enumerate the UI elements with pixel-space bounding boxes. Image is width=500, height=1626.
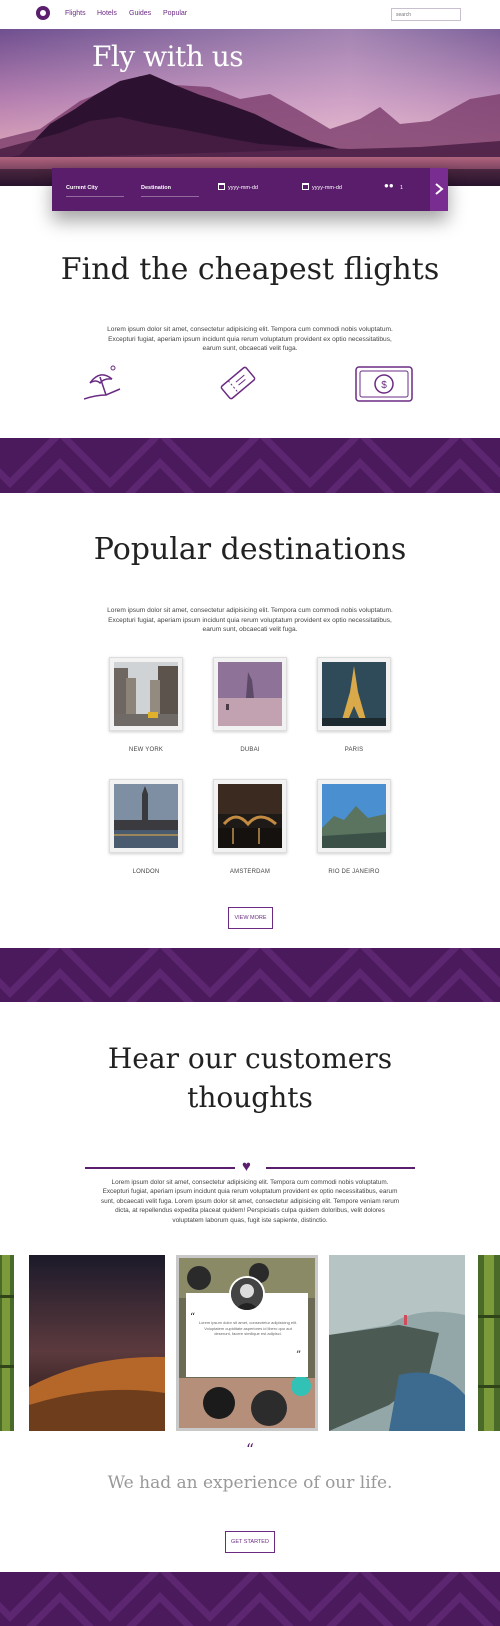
get-started-button[interactable]: GET STARTED bbox=[225, 1531, 275, 1553]
destination-card-rio[interactable] bbox=[317, 779, 391, 853]
current-city-underline bbox=[66, 196, 124, 197]
gallery-image-bamboo-right bbox=[478, 1255, 500, 1431]
customers-text: Lorem ipsum dolor sit amet, consectetur … bbox=[100, 1179, 400, 1224]
close-quote-icon: ” bbox=[296, 1350, 302, 1361]
return-date-field[interactable]: yyyy-mm-dd bbox=[312, 185, 342, 191]
big-quote-icon: “ bbox=[245, 1440, 255, 1459]
destination-label: DUBAI bbox=[240, 747, 260, 753]
search-input[interactable] bbox=[391, 8, 461, 21]
destination-card-dubai[interactable] bbox=[213, 657, 287, 731]
chevron-pattern bbox=[0, 1572, 500, 1626]
destination-label: PARIS bbox=[344, 747, 364, 753]
pattern-band bbox=[0, 1572, 500, 1626]
pattern-band bbox=[0, 438, 500, 493]
rio-photo bbox=[322, 784, 386, 848]
destination-label: RIO DE JANEIRO bbox=[328, 869, 380, 875]
destination-label: AMSTERDAM bbox=[229, 869, 271, 875]
nav-link-hotels[interactable]: Hotels bbox=[97, 10, 117, 17]
hero-title: Fly with us bbox=[92, 40, 244, 73]
heart-icon: ♥ bbox=[242, 1158, 251, 1175]
money-icon: $ bbox=[355, 366, 413, 402]
customers-heading-line1: Hear our customers bbox=[107, 1042, 393, 1075]
pattern-band bbox=[0, 948, 500, 1002]
destination-underline bbox=[141, 196, 199, 197]
nav-link-popular[interactable]: Popular bbox=[163, 10, 187, 17]
calendar-icon bbox=[218, 183, 225, 190]
nav-link-guides[interactable]: Guides bbox=[129, 10, 151, 17]
gallery-image-desert bbox=[29, 1255, 165, 1431]
popular-destinations-text: Lorem ipsum dolor sit amet, consectetur … bbox=[107, 607, 393, 634]
tagline: We had an experience of our life. bbox=[107, 1473, 393, 1493]
svg-text:$: $ bbox=[381, 380, 387, 391]
passengers-icon: ●● bbox=[384, 181, 394, 190]
bamboo-photo bbox=[478, 1255, 500, 1431]
popular-destinations-heading: Popular destinations bbox=[93, 532, 407, 567]
dubai-photo bbox=[218, 662, 282, 726]
cheapest-flights-heading: Find the cheapest flights bbox=[60, 252, 440, 287]
chevron-pattern bbox=[0, 948, 500, 1002]
bamboo-photo bbox=[0, 1255, 14, 1431]
desert-dune-photo bbox=[29, 1255, 165, 1431]
beach-umbrella-icon bbox=[84, 365, 121, 400]
customer-portrait bbox=[231, 1278, 263, 1310]
open-quote-icon: “ bbox=[190, 1312, 196, 1323]
calendar-icon bbox=[302, 183, 309, 190]
destination-card-paris[interactable] bbox=[317, 657, 391, 731]
destination-card-new-york[interactable] bbox=[109, 657, 183, 731]
divider-right bbox=[266, 1167, 415, 1169]
cheapest-flights-text: Lorem ipsum dolor sit amet, consectetur … bbox=[107, 326, 393, 353]
avatar bbox=[229, 1276, 265, 1312]
nav-link-flights[interactable]: Flights bbox=[65, 10, 86, 17]
chevron-right-icon bbox=[435, 183, 444, 195]
paris-photo bbox=[322, 662, 386, 726]
passengers-field[interactable]: 1 bbox=[400, 185, 403, 191]
current-city-field[interactable]: Current City bbox=[66, 185, 98, 191]
gallery-image-cliff bbox=[329, 1255, 465, 1431]
ticket-icon bbox=[220, 366, 256, 400]
testimonial-text: Lorem ipsum dolor sit amet, consectetur … bbox=[198, 1320, 298, 1336]
destination-card-london[interactable] bbox=[109, 779, 183, 853]
top-nav: Flights Hotels Guides Popular bbox=[0, 0, 500, 29]
hero-banner: Fly with us bbox=[0, 29, 500, 186]
logo-icon[interactable] bbox=[36, 6, 50, 20]
destination-card-amsterdam[interactable] bbox=[213, 779, 287, 853]
destination-label: LONDON bbox=[132, 869, 160, 875]
london-photo bbox=[114, 784, 178, 848]
search-flights-button[interactable] bbox=[430, 168, 448, 211]
customers-heading-line2: thoughts bbox=[187, 1081, 313, 1114]
amsterdam-photo bbox=[218, 784, 282, 848]
destination-label: NEW YORK bbox=[128, 747, 164, 753]
gallery-image-bamboo-left bbox=[0, 1255, 14, 1431]
booking-bar: Current City Destination yyyy-mm-dd yyyy… bbox=[52, 168, 448, 211]
view-more-button[interactable]: VIEW MORE bbox=[228, 907, 273, 929]
divider-left bbox=[85, 1167, 235, 1169]
chevron-pattern bbox=[0, 438, 500, 493]
cliff-fjord-photo bbox=[329, 1255, 465, 1431]
depart-date-field[interactable]: yyyy-mm-dd bbox=[228, 185, 258, 191]
hero-mountain-image bbox=[0, 29, 500, 186]
new-york-photo bbox=[114, 662, 178, 726]
destination-field[interactable]: Destination bbox=[141, 185, 171, 191]
